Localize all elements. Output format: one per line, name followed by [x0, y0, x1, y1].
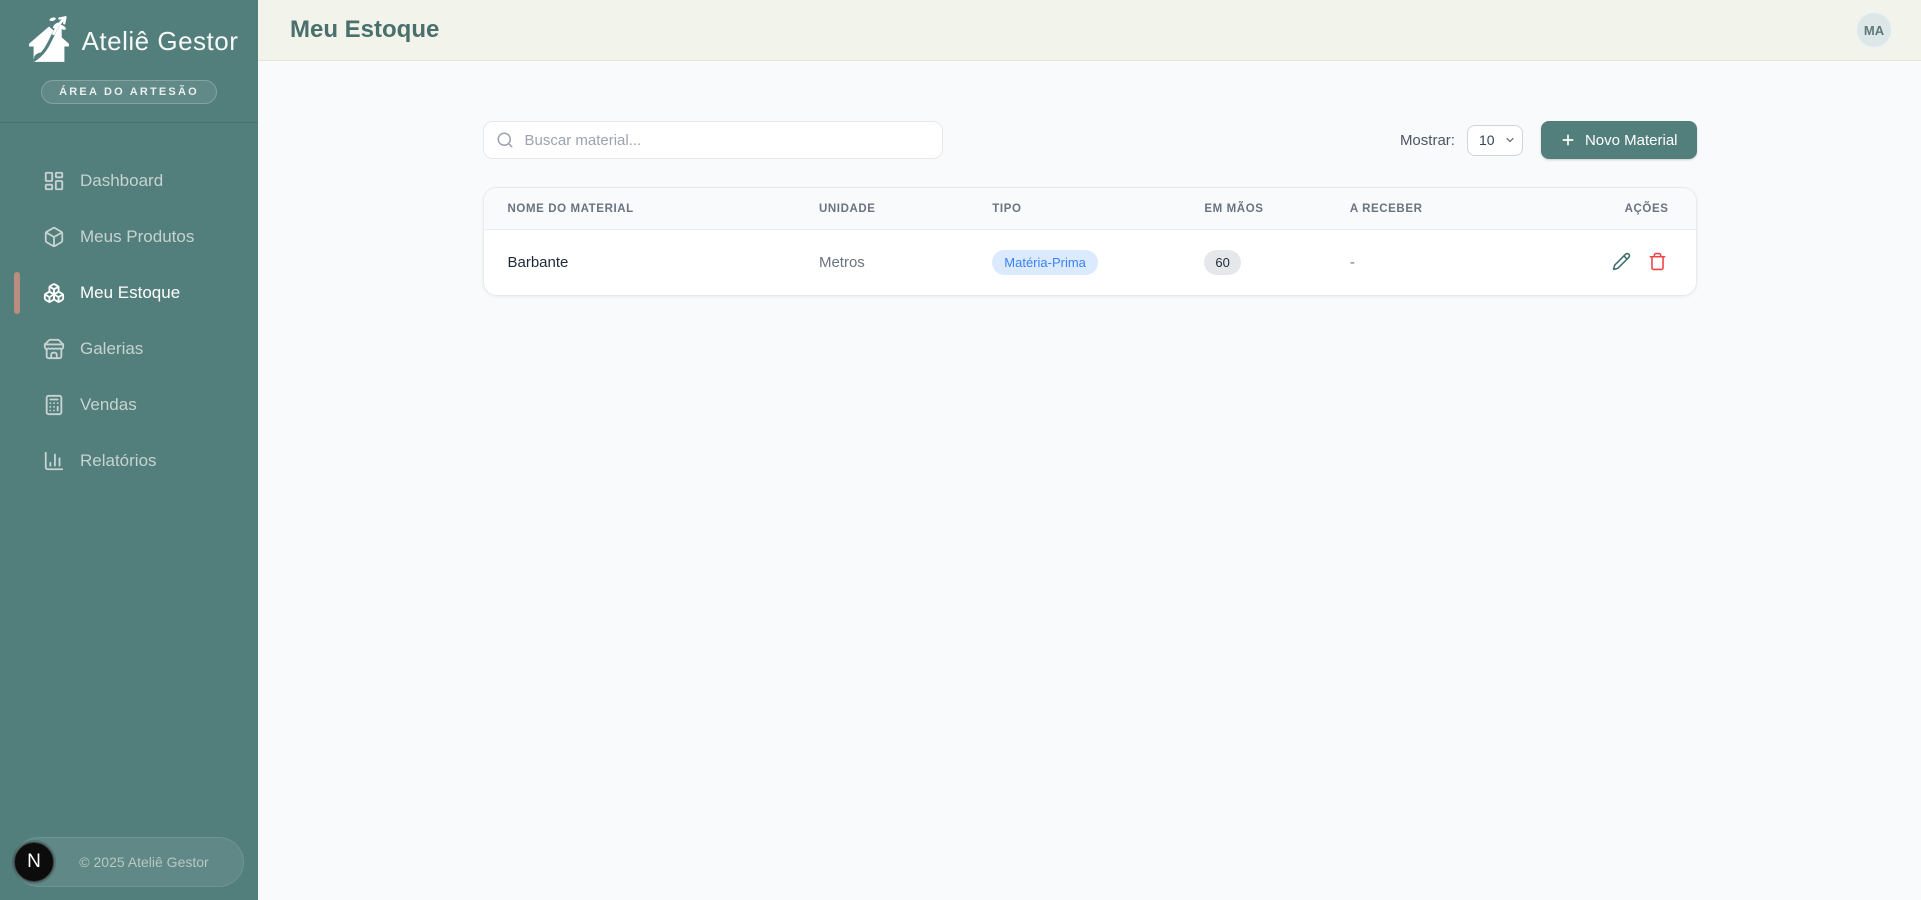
sidebar: Ateliê Gestor ÁREA DO ARTESÃO Dashboard … [0, 0, 258, 900]
layout-dashboard-icon [43, 170, 65, 192]
storefront-icon [43, 338, 65, 360]
col-header-to-receive: A RECEBER [1326, 188, 1496, 230]
search-box [483, 121, 943, 159]
sidebar-item-label: Meus Produtos [80, 227, 194, 247]
sidebar-item-meus-produtos[interactable]: Meus Produtos [14, 213, 244, 261]
sidebar-item-relatorios[interactable]: Relatórios [14, 437, 244, 485]
edit-button[interactable] [1610, 250, 1633, 273]
sidebar-item-meu-estoque[interactable]: Meu Estoque [14, 269, 244, 317]
sidebar-item-dashboard[interactable]: Dashboard [14, 157, 244, 205]
copyright-text: © 2025 Ateliê Gestor [79, 854, 208, 870]
col-header-actions: AÇÕES [1495, 188, 1695, 230]
brand-link[interactable]: Ateliê Gestor [20, 12, 239, 70]
table-header: NOME DO MATERIAL UNIDADE TIPO EM MÃOS A … [484, 188, 1696, 230]
sidebar-item-label: Dashboard [80, 171, 163, 191]
page-size-select[interactable]: 10 [1467, 125, 1523, 156]
col-header-in-hand: EM MÃOS [1180, 188, 1325, 230]
sidebar-item-label: Galerias [80, 339, 143, 359]
search-input[interactable] [483, 121, 943, 159]
table-row: Barbante Metros Matéria-Prima 60 - [484, 230, 1696, 296]
sidebar-nav: Dashboard Meus Produtos Meu Estoque Gale… [0, 157, 258, 485]
type-badge: Matéria-Prima [992, 250, 1098, 275]
brand-name: Ateliê Gestor [82, 26, 239, 57]
delete-button[interactable] [1646, 250, 1669, 273]
material-name-cell: Barbante [484, 230, 795, 296]
toolbar: Mostrar: 10 [483, 121, 1697, 159]
sidebar-item-galerias[interactable]: Galerias [14, 325, 244, 373]
material-type-cell: Matéria-Prima [968, 230, 1180, 296]
material-in-hand-cell: 60 [1180, 230, 1325, 296]
main-area: Meu Estoque MA Mostrar: [258, 0, 1921, 900]
package-icon [43, 226, 65, 248]
topbar: Meu Estoque MA [258, 0, 1921, 61]
materials-table: NOME DO MATERIAL UNIDADE TIPO EM MÃOS A … [484, 188, 1696, 295]
material-unit-cell: Metros [795, 230, 968, 296]
materials-table-card: NOME DO MATERIAL UNIDADE TIPO EM MÃOS A … [483, 187, 1697, 296]
sidebar-item-label: Meu Estoque [80, 283, 180, 303]
area-badge: ÁREA DO ARTESÃO [41, 80, 217, 104]
sidebar-item-label: Vendas [80, 395, 137, 415]
logo-block: Ateliê Gestor ÁREA DO ARTESÃO [0, 0, 258, 123]
sidebar-item-vendas[interactable]: Vendas [14, 381, 244, 429]
col-header-type: TIPO [968, 188, 1180, 230]
col-header-unit: UNIDADE [795, 188, 968, 230]
trash-icon [1648, 252, 1667, 271]
nextjs-dev-badge[interactable]: N [14, 842, 54, 882]
material-actions-cell [1495, 230, 1695, 296]
app-root: Ateliê Gestor ÁREA DO ARTESÃO Dashboard … [0, 0, 1921, 900]
page-size-select-wrap: 10 [1467, 125, 1523, 156]
sidebar-item-label: Relatórios [80, 451, 157, 471]
sidebar-footer: © 2025 Ateliê Gestor N [0, 837, 258, 900]
pencil-icon [1612, 252, 1631, 271]
page-title: Meu Estoque [290, 16, 439, 44]
material-to-receive-cell: - [1326, 230, 1496, 296]
new-material-label: Novo Material [1585, 132, 1678, 149]
new-material-button[interactable]: Novo Material [1541, 121, 1697, 159]
bar-chart-icon [43, 450, 65, 472]
col-header-name: NOME DO MATERIAL [484, 188, 795, 230]
search-icon [496, 131, 514, 149]
user-avatar[interactable]: MA [1855, 11, 1893, 49]
toolbar-right-controls: Mostrar: 10 [1400, 121, 1697, 159]
house-branch-logo-icon [20, 12, 78, 70]
boxes-icon [43, 282, 65, 304]
show-label: Mostrar: [1400, 132, 1455, 149]
content: Mostrar: 10 [258, 61, 1921, 900]
plus-icon [1560, 132, 1576, 148]
calculator-icon [43, 394, 65, 416]
quantity-badge: 60 [1204, 250, 1240, 275]
